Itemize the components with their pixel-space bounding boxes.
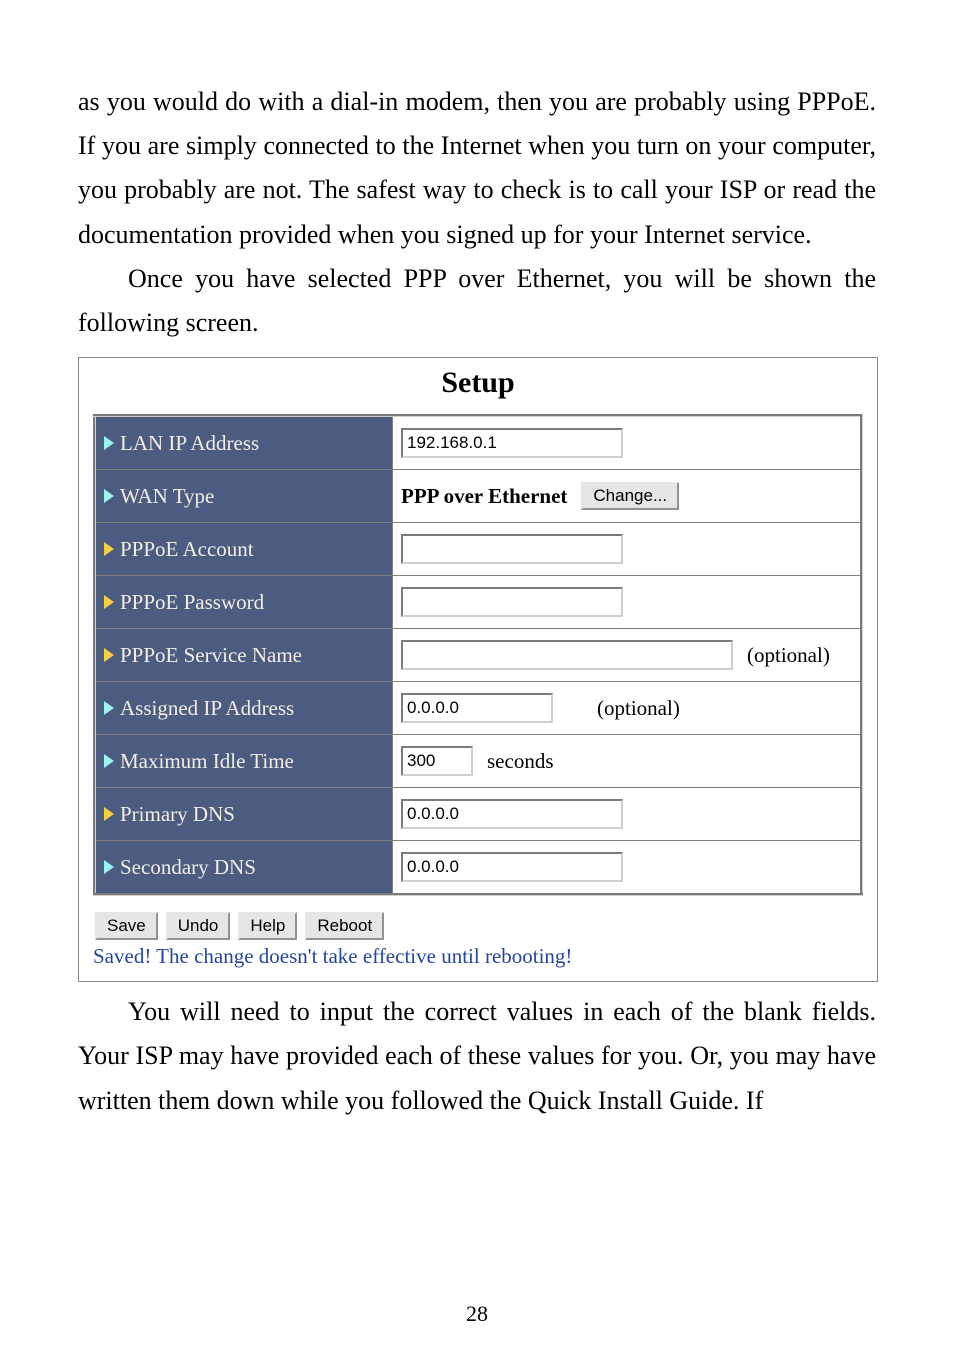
paragraph-3: You will need to input the correct value… xyxy=(78,990,876,1123)
setup-title: Setup xyxy=(79,358,877,414)
secondary-dns-input[interactable] xyxy=(401,852,623,882)
label-text: Maximum Idle Time xyxy=(120,749,294,774)
label-lan-ip: LAN IP Address xyxy=(95,416,393,470)
row-pppoe-service: PPPoE Service Name (optional) xyxy=(95,629,862,682)
pppoe-service-input[interactable] xyxy=(401,640,733,670)
pppoe-password-input[interactable] xyxy=(401,587,623,617)
triangle-right-icon xyxy=(104,754,114,768)
triangle-right-icon xyxy=(104,489,114,503)
triangle-right-icon xyxy=(104,860,114,874)
triangle-right-icon xyxy=(104,542,114,556)
label-text: PPPoE Password xyxy=(120,590,264,615)
label-pppoe-account: PPPoE Account xyxy=(95,523,393,576)
value-max-idle: seconds xyxy=(393,735,862,788)
help-button[interactable]: Help xyxy=(238,912,297,940)
label-wan-type: WAN Type xyxy=(95,470,393,523)
value-primary-dns xyxy=(393,788,862,841)
page-number: 28 xyxy=(0,1301,954,1327)
value-secondary-dns xyxy=(393,841,862,895)
value-pppoe-account xyxy=(393,523,862,576)
row-secondary-dns: Secondary DNS xyxy=(95,841,862,895)
undo-button[interactable]: Undo xyxy=(166,912,231,940)
value-wan-type: PPP over Ethernet Change... xyxy=(393,470,862,523)
triangle-right-icon xyxy=(104,648,114,662)
pppoe-account-input[interactable] xyxy=(401,534,623,564)
label-max-idle: Maximum Idle Time xyxy=(95,735,393,788)
label-text: Secondary DNS xyxy=(120,855,256,880)
label-pppoe-service: PPPoE Service Name xyxy=(95,629,393,682)
triangle-right-icon xyxy=(104,701,114,715)
row-primary-dns: Primary DNS xyxy=(95,788,862,841)
reboot-button[interactable]: Reboot xyxy=(305,912,384,940)
setup-inner: LAN IP Address WAN Type xyxy=(79,414,877,981)
row-lan-ip: LAN IP Address xyxy=(95,416,862,470)
setup-table: LAN IP Address WAN Type xyxy=(93,414,863,896)
value-pppoe-password xyxy=(393,576,862,629)
document-page: as you would do with a dial-in modem, th… xyxy=(0,0,954,1355)
label-secondary-dns: Secondary DNS xyxy=(95,841,393,895)
triangle-right-icon xyxy=(104,436,114,450)
label-assigned-ip: Assigned IP Address xyxy=(95,682,393,735)
row-wan-type: WAN Type PPP over Ethernet Change... xyxy=(95,470,862,523)
assigned-ip-input[interactable] xyxy=(401,693,553,723)
row-max-idle: Maximum Idle Time seconds xyxy=(95,735,862,788)
wan-type-value: PPP over Ethernet xyxy=(401,484,567,509)
label-text: PPPoE Service Name xyxy=(120,643,302,668)
value-lan-ip xyxy=(393,416,862,470)
paragraph-2: Once you have selected PPP over Ethernet… xyxy=(78,257,876,345)
row-pppoe-password: PPPoE Password xyxy=(95,576,862,629)
triangle-right-icon xyxy=(104,807,114,821)
value-pppoe-service: (optional) xyxy=(393,629,862,682)
status-message: Saved! The change doesn't take effective… xyxy=(93,944,863,969)
label-text: PPPoE Account xyxy=(120,537,254,562)
optional-text: (optional) xyxy=(597,696,680,721)
label-primary-dns: Primary DNS xyxy=(95,788,393,841)
max-idle-input[interactable] xyxy=(401,746,473,776)
lan-ip-input[interactable] xyxy=(401,428,623,458)
triangle-right-icon xyxy=(104,595,114,609)
save-button[interactable]: Save xyxy=(95,912,158,940)
label-text: WAN Type xyxy=(120,484,214,509)
row-assigned-ip: Assigned IP Address (optional) xyxy=(95,682,862,735)
primary-dns-input[interactable] xyxy=(401,799,623,829)
label-text: Primary DNS xyxy=(120,802,235,827)
label-text: Assigned IP Address xyxy=(120,696,294,721)
label-pppoe-password: PPPoE Password xyxy=(95,576,393,629)
setup-panel: Setup LAN IP Address xyxy=(78,357,878,982)
seconds-text: seconds xyxy=(487,749,554,774)
optional-text: (optional) xyxy=(747,643,830,668)
value-assigned-ip: (optional) xyxy=(393,682,862,735)
paragraph-1: as you would do with a dial-in modem, th… xyxy=(78,80,876,257)
button-row: Save Undo Help Reboot xyxy=(93,912,863,940)
label-text: LAN IP Address xyxy=(120,431,259,456)
row-pppoe-account: PPPoE Account xyxy=(95,523,862,576)
change-button[interactable]: Change... xyxy=(581,482,679,510)
